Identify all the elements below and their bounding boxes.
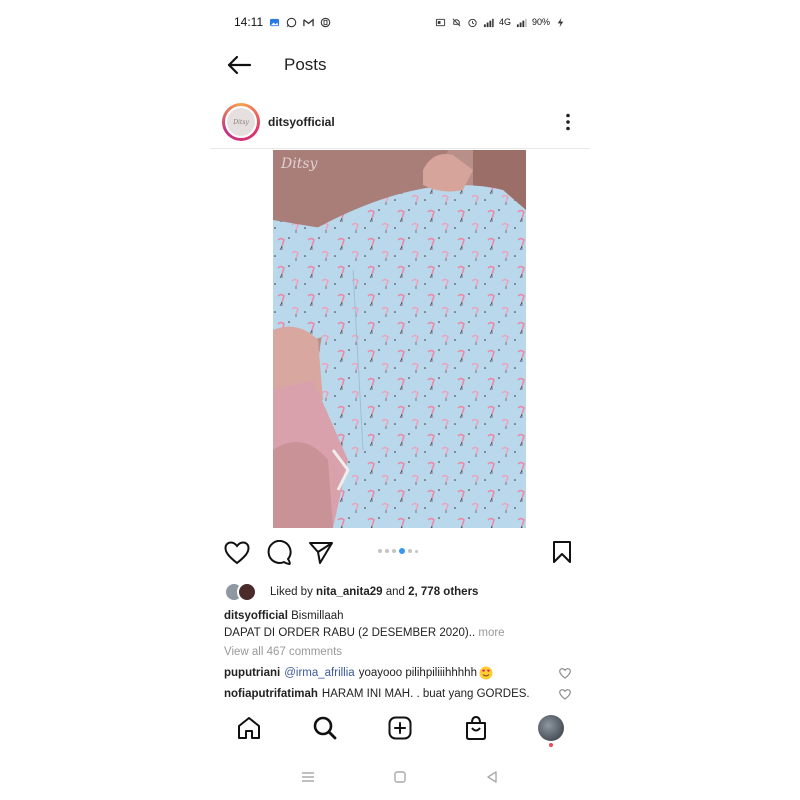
comment-row: nofiaputrifatimah HARAM INI MAH. . buat … (224, 685, 572, 703)
send-icon (309, 542, 333, 564)
avatar-logo: Ditsy (225, 106, 257, 138)
comment-mention[interactable]: @irma_afrillia (284, 667, 354, 679)
nav-search[interactable] (310, 713, 340, 743)
post-options-button[interactable] (558, 107, 578, 137)
liked-by-user[interactable]: nita_anita29 (316, 586, 382, 598)
view-all-comments-link[interactable]: View all 467 comments (224, 646, 342, 658)
comment-text: HARAM INI MAH. . buat yang GORDES. (321, 688, 530, 700)
caption-text: Bismillaah (291, 610, 344, 622)
signal-icon-2 (516, 18, 527, 27)
liked-by-text: Liked by nita_anita29 and 2, 778 others (270, 586, 478, 598)
page-title: Posts (284, 55, 327, 74)
comment-row: puputriani @irma_afrillia yoayooo pilihp… (224, 664, 572, 682)
caption-line-2: DAPAT DI ORDER RABU (2 DESEMBER 2020).. … (224, 625, 576, 642)
nav-profile[interactable] (536, 713, 566, 747)
liker-avatars (224, 582, 264, 602)
save-button[interactable] (548, 538, 576, 566)
post-image[interactable]: Ditsy (273, 150, 526, 528)
whatsapp-icon (286, 17, 297, 27)
alarm-icon (468, 18, 477, 27)
post-photo (273, 150, 526, 528)
author-username[interactable]: ditsyofficial (268, 115, 335, 129)
gmail-icon (303, 17, 314, 26)
carousel-dot-active (399, 548, 405, 554)
mute-icon (452, 18, 461, 26)
search-icon (313, 716, 336, 740)
likes-summary[interactable]: Liked by nita_anita29 and 2, 778 others (224, 582, 576, 602)
signal-icon (483, 18, 494, 27)
caption-username[interactable]: ditsyofficial (224, 610, 288, 622)
nav-home[interactable] (234, 713, 264, 743)
comment-icon (267, 540, 292, 565)
recent-apps-button[interactable] (299, 768, 317, 786)
comment-username[interactable]: puputriani (224, 667, 280, 679)
add-post-icon (388, 716, 412, 740)
nav-create-post[interactable] (385, 713, 415, 743)
carousel-indicator (378, 548, 418, 554)
carousel-dot (385, 549, 389, 553)
author-avatar[interactable]: Ditsy (222, 103, 260, 141)
header-divider (210, 148, 590, 149)
home-system-button[interactable] (391, 768, 409, 786)
heart-eyes-emoji-icon (479, 666, 493, 680)
heart-icon (559, 667, 571, 679)
avatar (237, 582, 257, 602)
square-icon (394, 771, 406, 783)
arrow-left-icon (227, 55, 252, 75)
bookmark-icon (553, 541, 571, 563)
more-vertical-icon (566, 113, 570, 131)
avatar (538, 715, 564, 741)
system-navigation-bar (210, 764, 590, 790)
battery-level: 90% (531, 17, 550, 27)
menu-icon (302, 772, 314, 782)
carousel-dot (392, 549, 396, 553)
shopping-bag-icon (465, 715, 486, 740)
bottom-navigation (224, 708, 576, 748)
comment-like-button[interactable] (558, 687, 572, 701)
caption-line-1: ditsyofficial Bismillaah (224, 608, 576, 625)
carousel-dot (415, 549, 418, 553)
status-left: 14:11 (234, 15, 331, 29)
image-watermark: Ditsy (281, 156, 318, 172)
clock: 14:11 (234, 15, 264, 29)
triangle-back-icon (487, 771, 497, 783)
home-icon (238, 717, 260, 739)
share-button[interactable] (306, 538, 336, 568)
nfc-icon (435, 18, 446, 26)
back-system-button[interactable] (483, 768, 501, 786)
carousel-dot (378, 549, 382, 553)
comment-username[interactable]: nofiaputrifatimah (224, 688, 318, 700)
instagram-post-screen: 14:11 4G 90% Posts Ditsy ditsyofficial D… (210, 0, 590, 800)
app-header: Posts (224, 48, 576, 82)
gallery-icon (270, 18, 280, 26)
carousel-dot (408, 549, 412, 553)
liked-by-prefix: Liked by (270, 586, 313, 598)
charging-icon (557, 17, 564, 27)
liked-by-and: and (385, 586, 405, 598)
app-notification-icon (320, 17, 331, 27)
caption-text-2: DAPAT DI ORDER RABU (2 DESEMBER 2020).. (224, 627, 476, 639)
back-button[interactable] (224, 50, 254, 80)
comment-text: yoayooo pilihpiliiihhhhh (358, 667, 477, 679)
status-right: 4G 90% (435, 17, 566, 28)
comment-button[interactable] (264, 538, 294, 568)
notification-dot (549, 743, 553, 747)
post-author-row: Ditsy ditsyofficial (222, 100, 578, 144)
heart-icon (224, 541, 250, 565)
comment-like-button[interactable] (558, 666, 572, 680)
post-caption: ditsyofficial Bismillaah DAPAT DI ORDER … (224, 608, 576, 642)
network-type: 4G (498, 17, 511, 27)
nav-shop[interactable] (461, 713, 491, 743)
liked-by-others[interactable]: 2, 778 others (408, 586, 478, 598)
heart-icon (559, 688, 571, 700)
caption-more-link[interactable]: more (478, 627, 504, 639)
like-button[interactable] (222, 538, 252, 568)
status-bar: 14:11 4G 90% (234, 12, 566, 32)
